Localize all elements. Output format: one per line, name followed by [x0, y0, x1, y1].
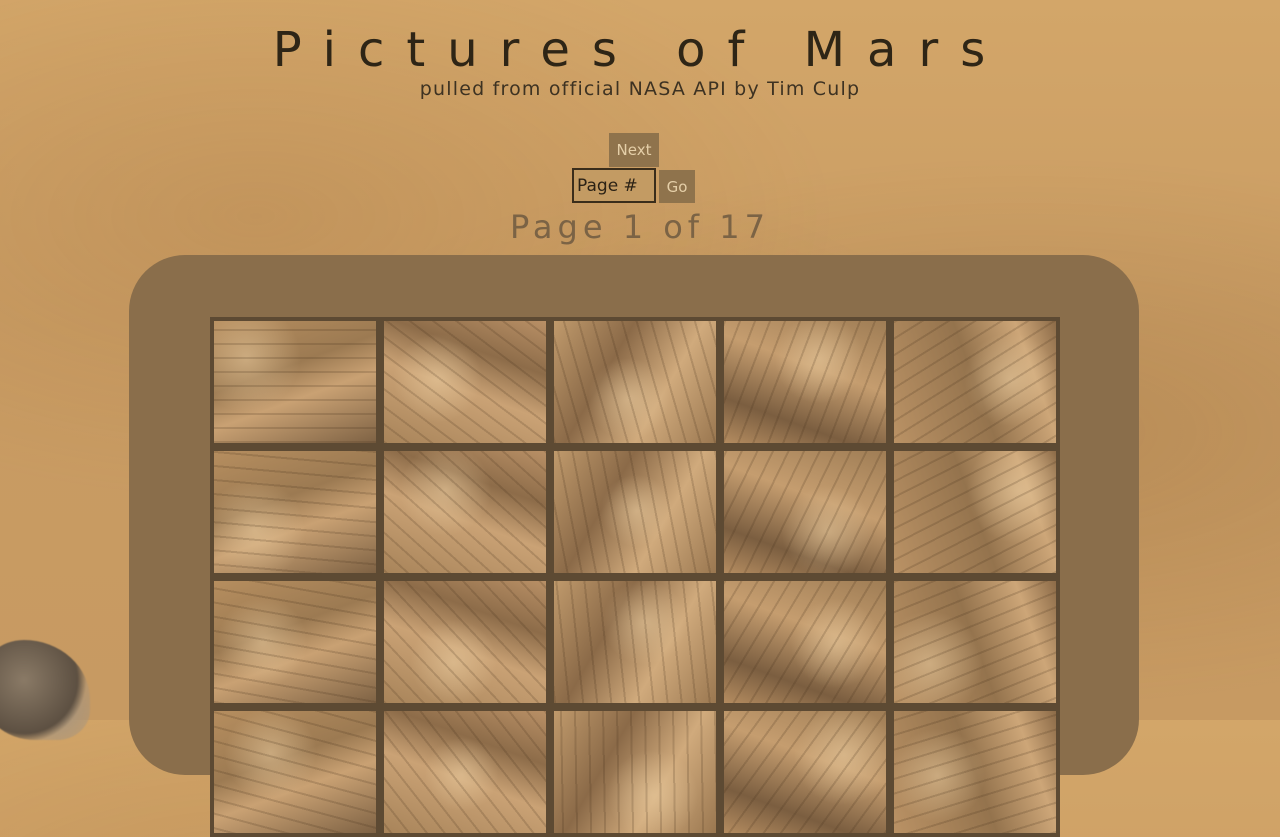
page-title: Pictures of Mars [272, 22, 1008, 78]
mars-rover-photo[interactable] [550, 447, 720, 577]
mars-rover-photo[interactable] [550, 317, 720, 447]
page-indicator: Page 1 of 17 [510, 208, 770, 246]
mars-rover-photo[interactable] [890, 317, 1060, 447]
mars-rover-photo[interactable] [380, 317, 550, 447]
foreground-rock [0, 640, 90, 740]
next-button[interactable]: Next [609, 133, 659, 167]
page-number-input[interactable] [572, 168, 656, 203]
mars-rover-photo[interactable] [550, 577, 720, 707]
mars-rover-photo[interactable] [720, 317, 890, 447]
mars-rover-photo[interactable] [890, 577, 1060, 707]
mars-rover-photo[interactable] [890, 447, 1060, 577]
photo-grid [210, 317, 1060, 837]
mars-rover-photo[interactable] [210, 707, 380, 837]
mars-rover-photo[interactable] [380, 577, 550, 707]
mars-rover-photo[interactable] [720, 577, 890, 707]
mars-rover-photo[interactable] [720, 707, 890, 837]
mars-rover-photo[interactable] [720, 447, 890, 577]
mars-rover-photo[interactable] [890, 707, 1060, 837]
mars-rover-photo[interactable] [210, 577, 380, 707]
mars-rover-photo[interactable] [210, 447, 380, 577]
go-button[interactable]: Go [659, 170, 695, 203]
mars-rover-photo[interactable] [380, 707, 550, 837]
mars-rover-photo[interactable] [210, 317, 380, 447]
mars-rover-photo[interactable] [550, 707, 720, 837]
page-subtitle: pulled from official NASA API by Tim Cul… [419, 78, 861, 100]
mars-rover-photo[interactable] [380, 447, 550, 577]
